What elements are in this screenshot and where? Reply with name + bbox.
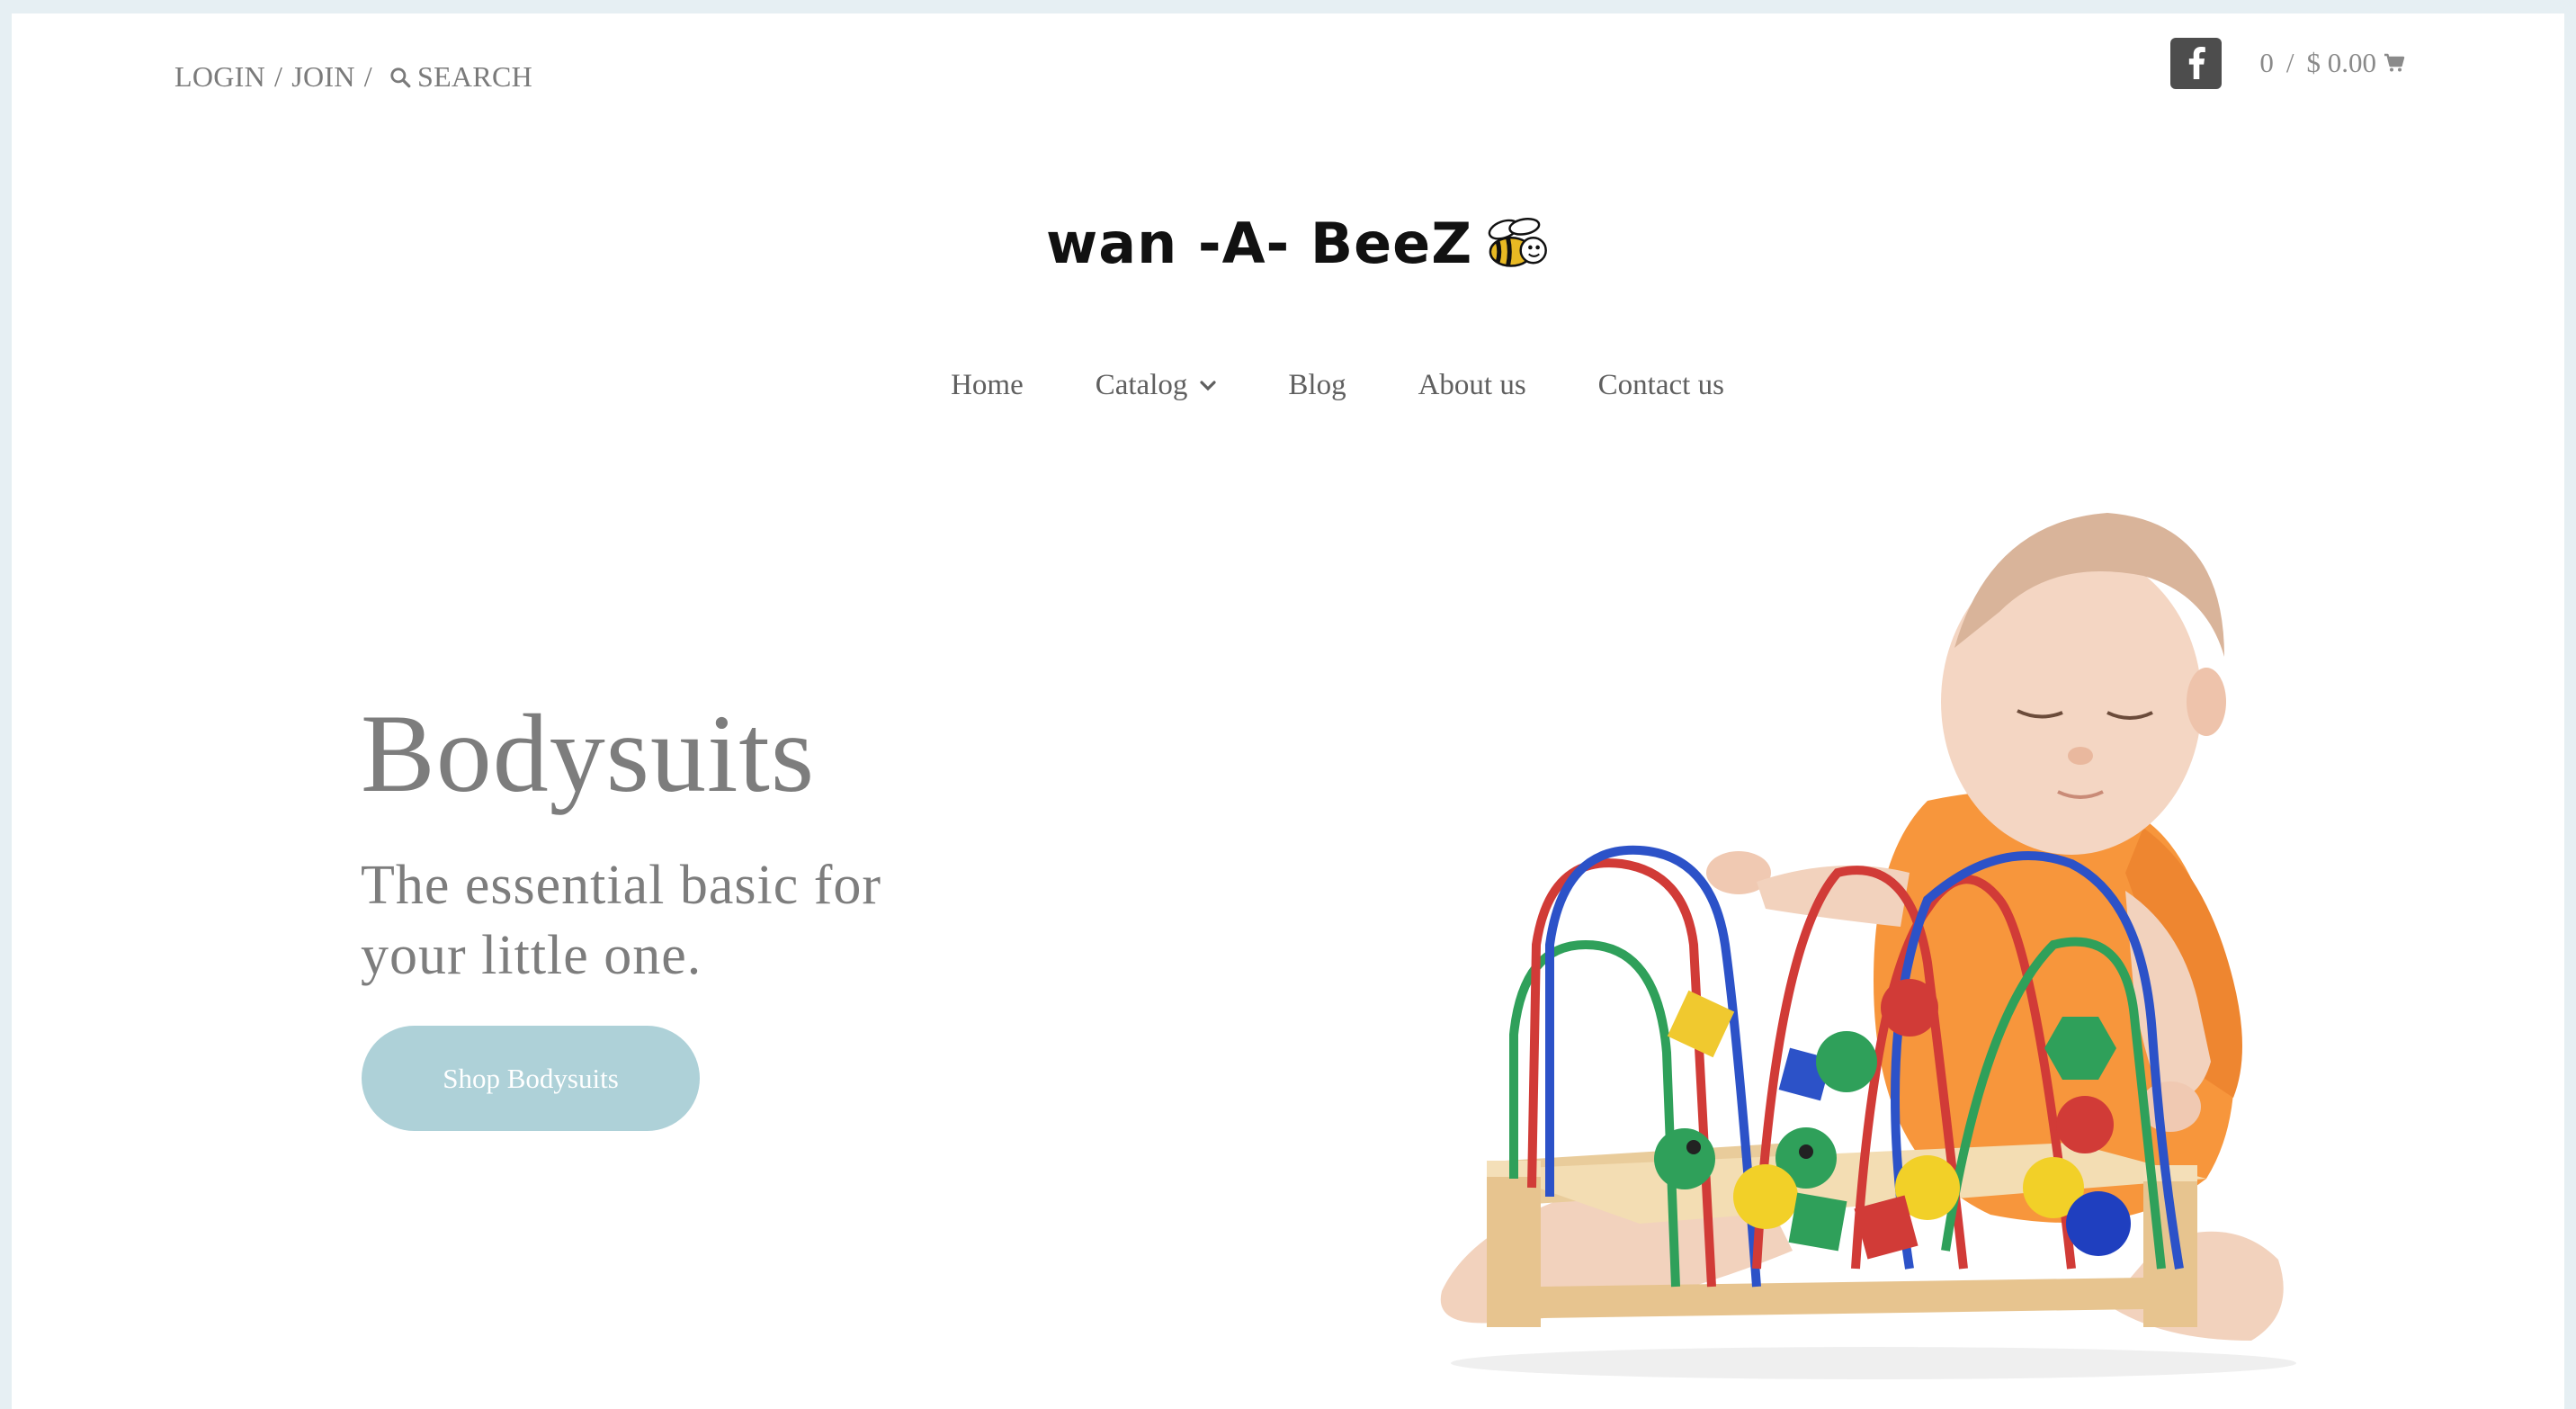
cart-icon — [2384, 53, 2405, 72]
hero-title: Bodysuits — [361, 692, 816, 815]
facebook-button[interactable] — [2170, 37, 2223, 89]
cart-link[interactable]: 0 / $ 0.00 — [2259, 47, 2405, 79]
topbar-right: 0 / $ 0.00 — [2170, 36, 2405, 90]
separator: / — [363, 60, 372, 93]
separator: / — [2285, 47, 2294, 78]
account-links: LOGIN / JOIN / SEARCH — [174, 60, 532, 94]
hero-subtitle: The essential basic for your little one. — [361, 855, 882, 986]
nav-item-label: Home — [951, 369, 1024, 401]
nav-item-catalog[interactable]: Catalog — [1096, 369, 1217, 402]
nav-item-home[interactable]: Home — [951, 369, 1024, 402]
bee-icon — [1488, 218, 1548, 267]
cart-count: 0 — [2259, 47, 2274, 78]
main-nav: Home Catalog Blog About us Contact us — [12, 369, 2564, 402]
nav-item-blog[interactable]: Blog — [1288, 369, 1346, 402]
hero-image — [1440, 513, 2296, 1379]
site-logo[interactable]: wan -A- BeeZ — [1046, 202, 1550, 283]
shop-bodysuits-button[interactable]: Shop Bodysuits — [362, 1026, 700, 1131]
logo-text: wan -A- BeeZ — [1046, 210, 1473, 276]
separator: / — [274, 60, 283, 93]
join-link[interactable]: JOIN — [291, 60, 355, 94]
nav-item-about[interactable]: About us — [1418, 369, 1526, 402]
login-link[interactable]: LOGIN — [174, 60, 265, 94]
nav-item-contact[interactable]: Contact us — [1598, 369, 1724, 402]
nav-item-label: Catalog — [1095, 369, 1188, 401]
search-label: SEARCH — [416, 60, 533, 93]
page: LOGIN / JOIN / SEARCH 0 / $ 0.00 wan -A-… — [12, 13, 2564, 1409]
search-link[interactable]: SEARCH — [389, 60, 532, 94]
cart-total: $ 0.00 — [2306, 47, 2377, 78]
facebook-icon — [2188, 47, 2205, 79]
chevron-down-icon — [1200, 380, 1216, 390]
search-icon — [390, 67, 411, 87]
nav-item-label: Contact us — [1597, 369, 1724, 401]
nav-item-label: About us — [1418, 369, 1526, 401]
nav-item-label: Blog — [1288, 369, 1346, 401]
